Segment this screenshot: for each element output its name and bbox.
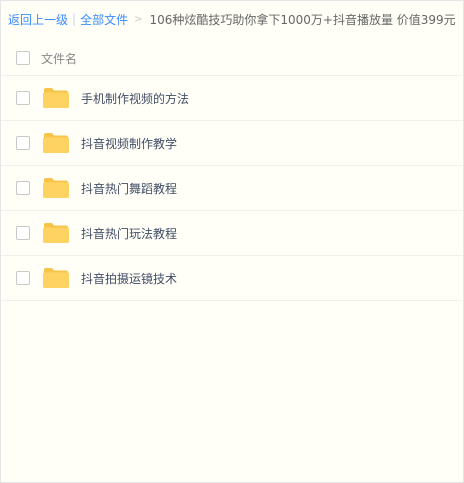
column-header-filename[interactable]: 文件名 xyxy=(41,50,77,67)
file-name[interactable]: 抖音拍摄运镜技术 xyxy=(81,270,177,287)
folder-icon xyxy=(43,223,69,243)
folder-icon xyxy=(43,88,69,108)
folder-icon xyxy=(43,133,69,153)
table-row[interactable]: 抖音拍摄运镜技术 xyxy=(1,256,463,301)
table-row[interactable]: 抖音视频制作教学 xyxy=(1,121,463,166)
select-all-checkbox[interactable] xyxy=(16,51,30,65)
file-name[interactable]: 抖音热门舞蹈教程 xyxy=(81,180,177,197)
folder-icon xyxy=(43,268,69,288)
file-browser-panel: 返回上一级 | 全部文件 > 106种炫酷技巧助你拿下1000万+抖音播放量 价… xyxy=(0,0,464,483)
file-name[interactable]: 手机制作视频的方法 xyxy=(81,90,189,107)
folder-icon xyxy=(43,178,69,198)
row-checkbox[interactable] xyxy=(16,226,30,240)
file-name[interactable]: 抖音热门玩法教程 xyxy=(81,225,177,242)
all-files-link[interactable]: 全部文件 xyxy=(80,11,128,28)
row-checkbox[interactable] xyxy=(16,91,30,105)
breadcrumb: 返回上一级 | 全部文件 > 106种炫酷技巧助你拿下1000万+抖音播放量 价… xyxy=(8,10,456,28)
table-row[interactable]: 抖音热门玩法教程 xyxy=(1,211,463,256)
row-checkbox[interactable] xyxy=(16,136,30,150)
row-checkbox[interactable] xyxy=(16,181,30,195)
row-checkbox[interactable] xyxy=(16,271,30,285)
table-row[interactable]: 抖音热门舞蹈教程 xyxy=(1,166,463,211)
file-name[interactable]: 抖音视频制作教学 xyxy=(81,135,177,152)
back-link[interactable]: 返回上一级 xyxy=(8,11,68,28)
breadcrumb-separator: | xyxy=(72,12,77,26)
current-folder-title: 106种炫酷技巧助你拿下1000万+抖音播放量 价值399元 xyxy=(149,12,456,27)
table-header: 文件名 xyxy=(1,41,463,76)
table-row[interactable]: 手机制作视频的方法 xyxy=(1,76,463,121)
breadcrumb-arrow-icon: > xyxy=(134,13,143,25)
